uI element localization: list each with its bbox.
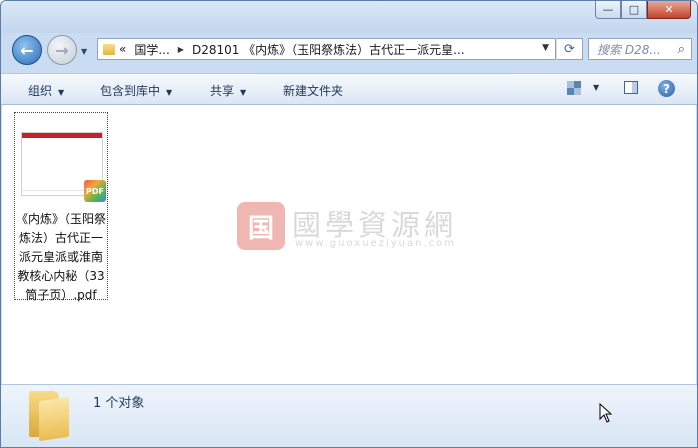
item-count: 1 个对象	[93, 396, 145, 411]
mouse-cursor-icon	[599, 403, 613, 423]
refresh-icon: ⟳	[564, 41, 575, 57]
recent-pages-dropdown[interactable]: ▼	[81, 47, 87, 56]
include-in-library-menu[interactable]: 包含到库中 ▼	[100, 82, 172, 99]
chevron-down-icon[interactable]: ▼	[542, 43, 549, 53]
pdf-icon: PDF	[84, 180, 106, 202]
chevron-down-icon: ▼	[58, 88, 65, 97]
maximize-button[interactable]: □	[621, 1, 647, 19]
chevron-down-icon: ▼	[166, 88, 173, 97]
back-button[interactable]: ←	[12, 35, 42, 65]
include-library-label: 包含到库中	[100, 84, 161, 98]
address-bar[interactable]: « 国学... ▶ D28101 《内炼》（玉阳祭炼法）古代正一派元皇... ▼	[97, 38, 556, 60]
search-icon[interactable]: ⌕	[678, 42, 685, 57]
forward-arrow-icon: →	[55, 40, 69, 60]
chevron-down-icon: ▼	[240, 88, 247, 97]
organize-menu[interactable]: 组织 ▼	[28, 82, 64, 99]
chevron-right-icon[interactable]: ▶	[178, 45, 184, 54]
minimize-button[interactable]: —	[595, 1, 621, 19]
share-menu[interactable]: 共享 ▼	[210, 82, 246, 99]
window-controls: — □ ✕	[595, 1, 691, 19]
file-item-pdf[interactable]: PDF 《内炼》（玉阳祭炼法）古代正一派元皇派或淮南教核心内秘（33筒子页）.p…	[14, 112, 108, 302]
change-view-icon[interactable]	[567, 81, 581, 95]
search-input[interactable]: 搜索 D28... ⌕	[588, 38, 692, 60]
thumbnail-header-bar	[22, 133, 102, 138]
back-arrow-icon: ←	[20, 40, 34, 60]
watermark-seal-icon: 国	[237, 202, 285, 250]
preview-pane-icon[interactable]	[624, 81, 638, 94]
file-list-area[interactable]: PDF 《内炼》（玉阳祭炼法）古代正一派元皇派或淮南教核心内秘（33筒子页）.p…	[2, 105, 696, 384]
folder-icon	[29, 391, 71, 442]
breadcrumb-item-guoxue[interactable]: 国学...	[134, 41, 169, 58]
share-label: 共享	[210, 84, 235, 98]
new-folder-button[interactable]: 新建文件夹	[283, 82, 343, 99]
explorer-window: — □ ✕ ← → ▼ « 国学... ▶ D28101 《内炼》（玉阳祭炼法）…	[0, 0, 698, 448]
command-bar: 组织 ▼ 包含到库中 ▼ 共享 ▼ 新建文件夹 ▼ ?	[1, 73, 697, 105]
close-button[interactable]: ✕	[647, 1, 691, 19]
search-placeholder: 搜索 D28...	[597, 42, 661, 57]
forward-button[interactable]: →	[47, 35, 77, 65]
organize-label: 组织	[28, 84, 53, 98]
folder-icon	[103, 43, 115, 55]
watermark-logo: 国 國學資源網 www.guoxueziyuan.com	[237, 202, 477, 262]
details-pane: 1 个对象	[1, 384, 697, 447]
refresh-button[interactable]: ⟳	[557, 38, 583, 60]
file-name[interactable]: 《内炼》（玉阳祭炼法）古代正一派元皇派或淮南教核心内秘（33筒子页）.pdf	[16, 210, 106, 305]
chevron-down-icon[interactable]: ▼	[593, 83, 599, 92]
navigation-bar: ← → ▼ « 国学... ▶ D28101 《内炼》（玉阳祭炼法）古代正一派元…	[1, 33, 697, 69]
title-bar: — □ ✕	[1, 1, 697, 33]
watermark-url: www.guoxueziyuan.com	[295, 238, 456, 249]
breadcrumb-overflow[interactable]: «	[119, 42, 126, 56]
help-icon[interactable]: ?	[658, 80, 675, 97]
breadcrumb-item-current[interactable]: D28101 《内炼》（玉阳祭炼法）古代正一派元皇...	[192, 41, 465, 58]
new-folder-label: 新建文件夹	[283, 84, 344, 98]
